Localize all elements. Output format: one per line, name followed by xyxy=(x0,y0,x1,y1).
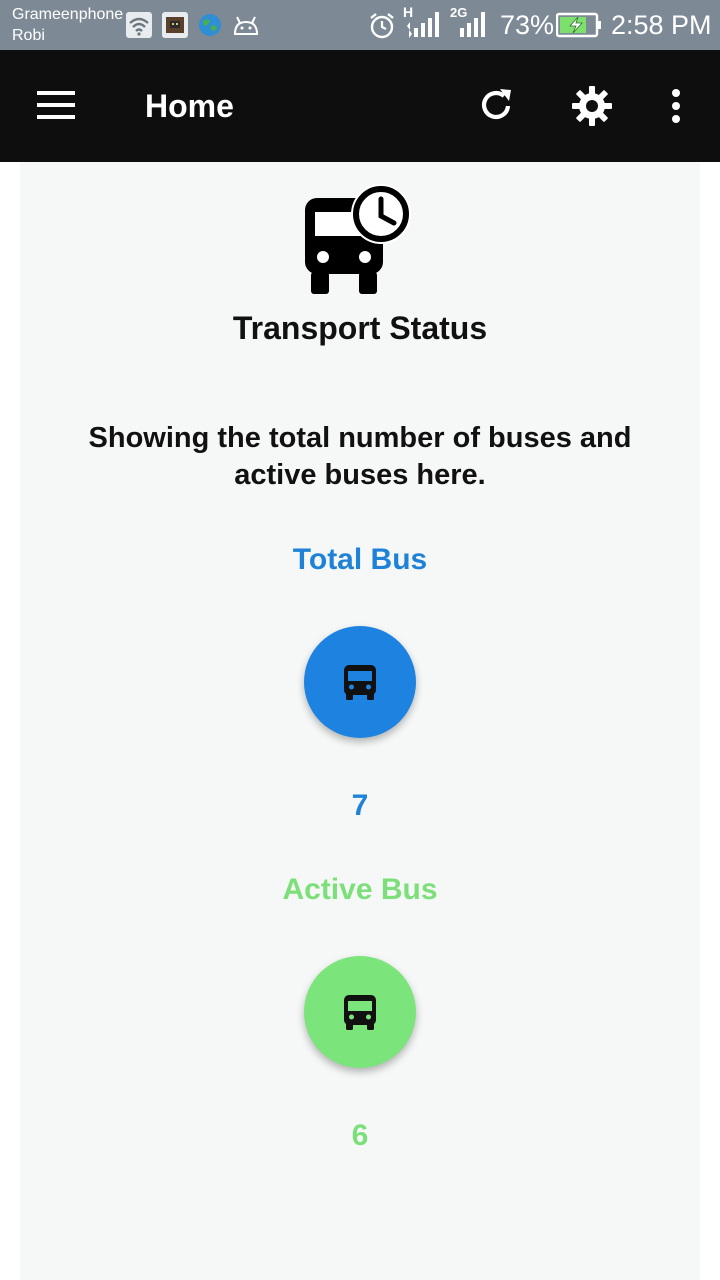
clock-time: 2:58 PM xyxy=(611,10,712,40)
bus-icon xyxy=(344,995,376,1030)
bus-icon xyxy=(344,665,376,700)
more-vert-icon[interactable] xyxy=(670,88,682,124)
menu-icon[interactable] xyxy=(36,88,76,122)
active-bus-count: 6 xyxy=(351,1119,369,1152)
total-bus-button[interactable] xyxy=(304,626,416,738)
carrier-names: Grameenphone Robi xyxy=(12,4,123,46)
battery-percent: 73% xyxy=(500,10,555,40)
active-bus-label: Active Bus xyxy=(282,873,438,906)
wifi-icon xyxy=(126,12,152,38)
bus-clock-icon xyxy=(305,184,411,294)
signal-icon-2 xyxy=(460,12,485,37)
page-title: Home xyxy=(145,88,234,124)
alarm-icon xyxy=(370,13,394,39)
carrier-1: Grameenphone xyxy=(12,6,124,23)
settings-icon[interactable] xyxy=(571,85,613,127)
total-bus-count: 7 xyxy=(351,789,369,822)
signal-icon-1 xyxy=(407,12,439,38)
transport-status-card: Transport Status Showing the total numbe… xyxy=(20,162,700,1280)
section-heading: Transport Status xyxy=(232,310,488,346)
battery-charging-icon xyxy=(556,12,601,38)
app-notification-icon xyxy=(162,12,188,38)
android-debug-icon xyxy=(233,16,259,35)
carrier-2: Robi xyxy=(12,27,45,44)
refresh-icon[interactable] xyxy=(477,86,515,124)
section-description: Showing the total number of buses and ac… xyxy=(88,422,632,491)
status-bar: Grameenphone Robi H 2G 73% 2:58 PM xyxy=(0,0,720,50)
active-bus-button[interactable] xyxy=(304,956,416,1068)
total-bus-label: Total Bus xyxy=(292,543,428,576)
app-bar: Home xyxy=(0,50,720,162)
globe-icon xyxy=(199,14,221,36)
